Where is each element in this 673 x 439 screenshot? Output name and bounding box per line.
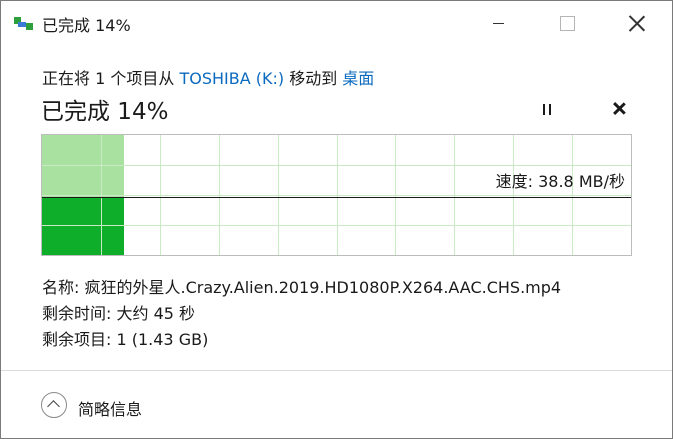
maximize-icon [559,15,575,31]
pause-icon [543,103,545,115]
fewer-details-toggle[interactable]: 简略信息 [78,396,142,420]
transfer-speed-graph: 速度: 38.8 MB/秒 [41,134,632,256]
file-copy-icon [14,17,34,31]
maximize-button[interactable] [544,1,590,45]
speed-readout: 速度: 38.8 MB/秒 [495,172,625,191]
window-title: 已完成 14% [42,16,131,35]
minimize-button[interactable] [475,1,521,45]
cancel-button[interactable] [609,99,629,119]
copy-dialog-window: 已完成 14% 正在将 1 个项目从 TOSHIBA (K:) 移动到 桌面 已… [0,0,673,439]
operation-prefix: 正在将 1 个项目从 [42,69,180,88]
title-bar[interactable]: 已完成 14% [1,1,672,45]
progress-status: 已完成 14% [41,99,169,125]
items-remaining: 剩余项目: 1 (1.43 GB) [42,330,209,349]
source-link[interactable]: TOSHIBA (K:) [179,69,284,88]
destination-link[interactable]: 桌面 [342,69,374,88]
operation-description: 正在将 1 个项目从 TOSHIBA (K:) 移动到 桌面 [42,65,374,89]
time-remaining: 剩余时间: 大约 45 秒 [42,304,196,323]
close-icon [629,15,645,31]
operation-middle: 移动到 [284,69,343,88]
speed-graph-canvas [42,135,631,255]
file-name: 名称: 疯狂的外星人.Crazy.Alien.2019.HD1080P.X264… [42,278,562,297]
minimize-icon [492,22,504,24]
close-button[interactable] [614,1,660,45]
pause-button[interactable] [537,100,557,118]
chevron-up-icon[interactable] [41,392,67,418]
